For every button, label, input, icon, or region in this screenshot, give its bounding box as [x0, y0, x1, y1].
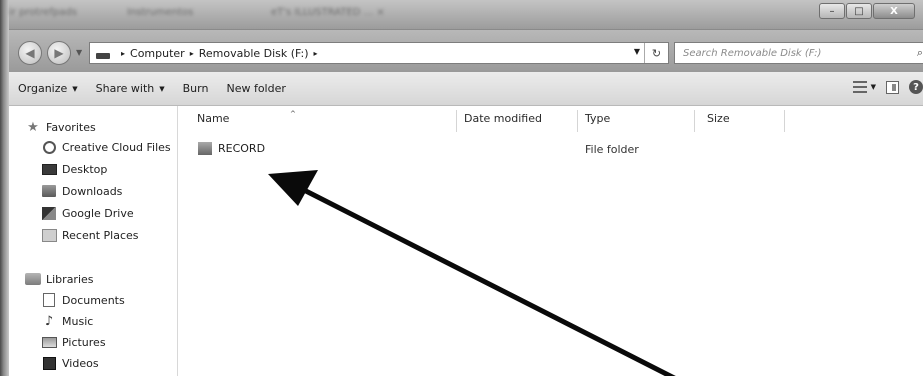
videos-icon [42, 356, 56, 370]
nav-label: Downloads [62, 184, 123, 198]
drive-icon [96, 53, 110, 59]
background-tab-1[interactable]: ir protrefpads [9, 7, 77, 21]
search-icon[interactable]: ⌕ [917, 46, 923, 60]
chevron-down-icon: ▼ [72, 84, 78, 93]
refresh-button[interactable]: ↻ [644, 43, 668, 63]
nav-item-music[interactable]: ♪ Music [41, 313, 94, 329]
nav-item-recent-places[interactable]: Recent Places [41, 228, 139, 242]
search-input[interactable] [683, 47, 903, 59]
address-bar: ◀ ▶ ▼ ▸ Computer ▸ Removable Disk (F:) ▸… [9, 30, 923, 72]
back-button[interactable]: ◀ [18, 41, 42, 65]
forward-arrow-icon: ▶ [54, 46, 64, 60]
refresh-icon: ↻ [651, 46, 662, 60]
file-list: Name ^ Date modified Type Size RECORD Fi… [178, 106, 923, 376]
nav-label: Libraries [46, 272, 94, 286]
column-divider[interactable] [694, 110, 695, 132]
creative-cloud-icon [42, 140, 56, 154]
nav-libraries[interactable]: Libraries [25, 272, 94, 286]
chevron-down-icon: ▼ [159, 84, 165, 93]
maximize-button[interactable]: □ [846, 3, 872, 19]
new-folder-button[interactable]: New folder [217, 82, 294, 95]
nav-item-pictures[interactable]: Pictures [41, 335, 106, 349]
minimize-button[interactable]: – [819, 3, 845, 19]
breadcrumb-removable-disk[interactable]: Removable Disk (F:) [199, 47, 309, 60]
help-icon[interactable]: ? [909, 80, 923, 94]
window-controls: – □ X [819, 3, 915, 19]
nav-label: Recent Places [62, 228, 139, 242]
breadcrumb-separator-1[interactable]: ▸ [185, 49, 199, 58]
nav-label: Music [62, 314, 94, 328]
nav-item-downloads[interactable]: Downloads [41, 184, 122, 198]
column-header-name[interactable]: Name ^ [194, 110, 456, 130]
preview-pane-icon[interactable] [886, 80, 899, 94]
file-name: RECORD [218, 142, 266, 155]
music-icon: ♪ [44, 313, 54, 329]
view-options-dropdown-icon[interactable]: ▼ [871, 83, 876, 91]
address-dropdown-icon[interactable]: ▼ [634, 47, 640, 56]
recent-places-icon [41, 228, 57, 242]
column-header-size[interactable]: Size [704, 112, 784, 130]
nav-item-documents[interactable]: Documents [41, 293, 125, 307]
navigation-pane: ★ Favorites Creative Cloud Files Desktop… [9, 106, 178, 376]
nav-label: Pictures [62, 335, 106, 349]
nav-item-google-drive[interactable]: Google Drive [41, 206, 134, 220]
file-type: File folder [585, 143, 639, 156]
close-icon: X [890, 5, 898, 17]
back-arrow-icon: ◀ [25, 46, 35, 60]
folder-icon [198, 142, 212, 155]
minimize-icon: – [829, 5, 835, 17]
background-tab-3[interactable]: eT's ILLUSTRATED ... × [271, 7, 385, 21]
nav-label: Desktop [62, 162, 108, 176]
desktop-icon [41, 163, 57, 175]
search-box: ⌕ [674, 42, 923, 64]
nav-item-creative-cloud[interactable]: Creative Cloud Files [41, 140, 171, 154]
maximize-icon: □ [854, 5, 864, 17]
nav-label: Google Drive [62, 206, 134, 220]
organize-button[interactable]: Organize ▼ [9, 82, 87, 95]
nav-label: Documents [62, 293, 125, 307]
burn-button[interactable]: Burn [174, 82, 218, 95]
libraries-icon [25, 273, 41, 285]
title-bar: ir protrefpads Instrumentos eT's ILLUSTR… [9, 0, 923, 30]
nav-item-desktop[interactable]: Desktop [41, 162, 107, 176]
nav-label: Favorites [46, 120, 96, 134]
share-with-button[interactable]: Share with ▼ [87, 82, 174, 95]
breadcrumb-separator-root[interactable]: ▸ [116, 49, 130, 58]
nav-favorites[interactable]: ★ Favorites [25, 119, 96, 135]
command-toolbar: Organize ▼ Share with ▼ Burn New folder ▼ … [9, 72, 923, 106]
window-frame-left [0, 0, 9, 376]
table-row-record[interactable]: RECORD [198, 142, 265, 155]
recent-pages-dropdown-icon[interactable]: ▼ [76, 48, 82, 57]
breadcrumb[interactable]: ▸ Computer ▸ Removable Disk (F:) ▸ ▼ ↻ [89, 42, 669, 64]
column-divider[interactable] [577, 110, 578, 132]
view-controls: ▼ ? [852, 80, 923, 94]
close-button[interactable]: X [873, 3, 915, 19]
forward-button[interactable]: ▶ [47, 41, 71, 65]
pictures-icon [41, 336, 57, 348]
column-header-date-modified[interactable]: Date modified [461, 112, 577, 130]
change-view-icon[interactable] [852, 81, 867, 93]
column-divider[interactable] [456, 110, 457, 132]
nav-item-videos[interactable]: Videos [41, 356, 99, 370]
sort-ascending-icon: ^ [290, 110, 296, 118]
nav-label: Creative Cloud Files [62, 140, 171, 154]
breadcrumb-computer[interactable]: Computer [130, 47, 185, 60]
background-tab-2[interactable]: Instrumentos [127, 7, 193, 21]
documents-icon [43, 293, 55, 307]
google-drive-icon [42, 206, 56, 220]
breadcrumb-separator-2[interactable]: ▸ [309, 49, 323, 58]
downloads-folder-icon [42, 185, 56, 197]
column-header-type[interactable]: Type [582, 112, 694, 130]
column-divider[interactable] [784, 110, 785, 132]
nav-label: Videos [62, 356, 99, 370]
star-icon: ★ [27, 119, 39, 135]
